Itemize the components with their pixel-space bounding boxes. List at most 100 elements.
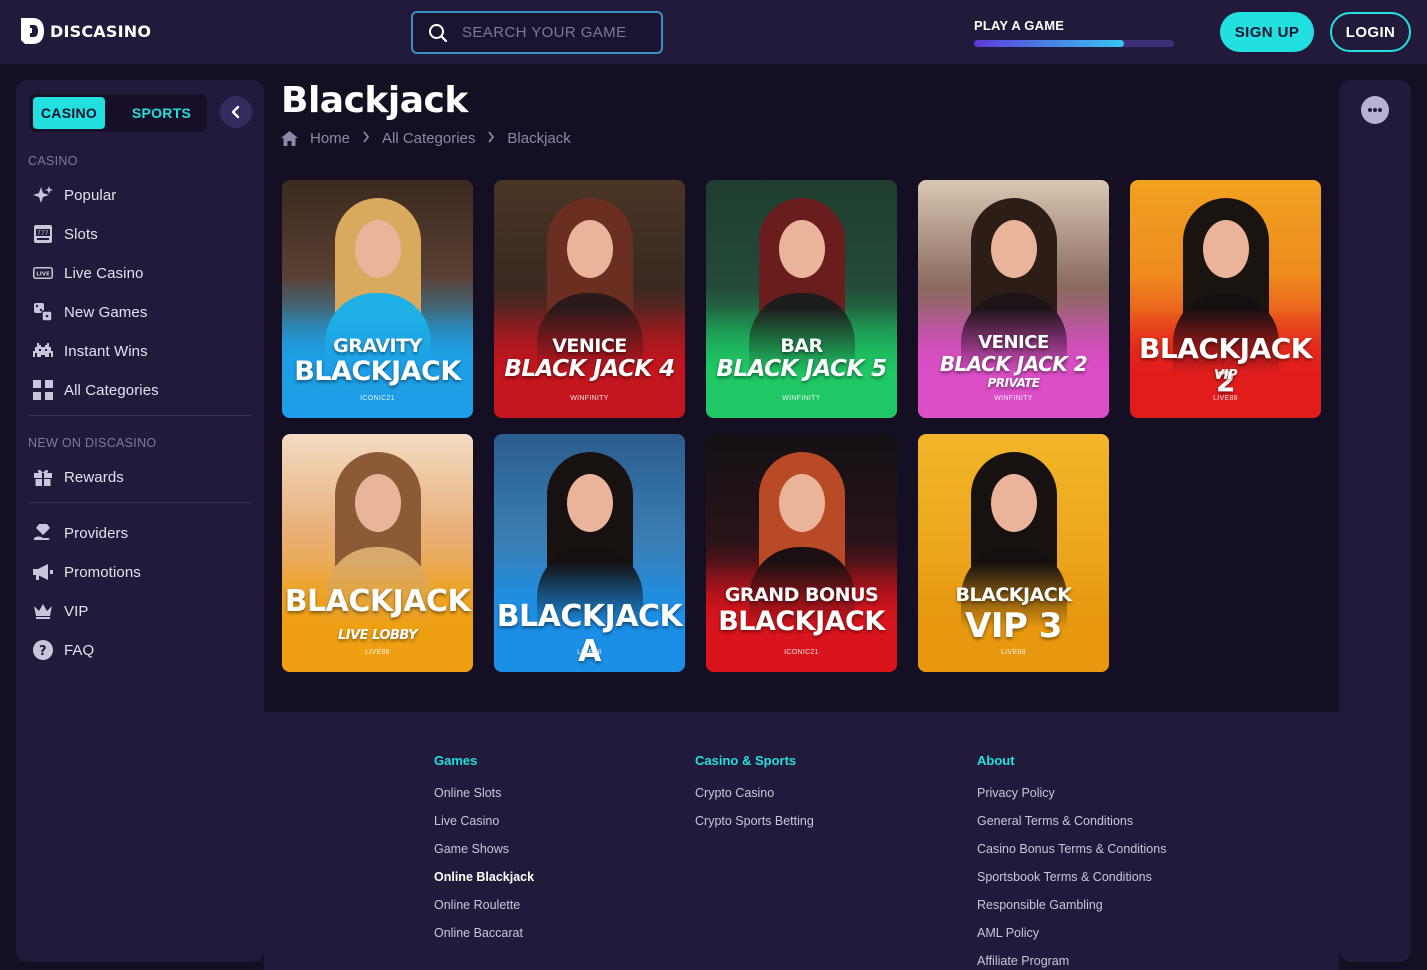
svg-text:?: ? xyxy=(39,644,47,659)
search-input[interactable] xyxy=(462,24,652,41)
game-tile[interactable]: BLACKJACK VIP 3 LIVE88 xyxy=(918,434,1109,672)
sidebar-item-label: Live Casino xyxy=(64,264,144,282)
sidebar-item-label: Popular xyxy=(64,186,117,204)
sidebar-item-vip[interactable]: VIP xyxy=(32,596,252,626)
footer-link[interactable]: Online Roulette xyxy=(434,897,534,925)
search-box[interactable] xyxy=(411,11,663,54)
game-title-line3: LIVE LOBBY xyxy=(338,628,417,643)
game-title-line1: GRAVITY xyxy=(333,335,422,357)
right-rail xyxy=(1339,80,1411,962)
dice-icon xyxy=(32,301,54,323)
footer-link[interactable]: Sportsbook Terms & Conditions xyxy=(977,869,1166,897)
game-title-line1: VENICE xyxy=(978,332,1049,353)
sidebar-item-label: New Games xyxy=(64,303,148,321)
megaphone-icon xyxy=(32,561,54,583)
sidebar-item-label: All Categories xyxy=(64,381,159,399)
diamond-hand-icon xyxy=(32,522,54,544)
chevron-right-icon xyxy=(362,131,370,146)
tab-casino[interactable]: CASINO xyxy=(33,97,105,129)
svg-text:LIVE: LIVE xyxy=(36,272,50,278)
game-provider: LIVE88 xyxy=(1213,395,1238,402)
casino-sports-toggle: CASINO SPORTS xyxy=(30,94,207,132)
game-provider: ICONIC21 xyxy=(360,395,395,402)
game-tile[interactable]: BLACKJACK A LIVE88 xyxy=(494,434,685,672)
sidebar-item-label: Instant Wins xyxy=(64,342,148,360)
footer-column-about: About Privacy Policy General Terms & Con… xyxy=(977,753,1166,970)
sidebar-item-label: Providers xyxy=(64,524,129,542)
login-button[interactable]: LOGIN xyxy=(1330,12,1411,52)
game-title-line2: BLACK JACK 4 xyxy=(504,356,675,382)
sidebar-item-new-games[interactable]: New Games xyxy=(32,297,252,327)
breadcrumb: Home All Categories Blackjack xyxy=(281,130,571,147)
sidebar-item-all-categories[interactable]: All Categories xyxy=(32,375,252,405)
game-tile[interactable]: BAR BLACK JACK 5 WINFINITY xyxy=(706,180,897,418)
footer-link[interactable]: Affiliate Program xyxy=(977,953,1166,970)
game-title-line3: VIP xyxy=(1214,368,1237,383)
play-a-game-progress: PLAY A GAME xyxy=(974,18,1174,47)
sidebar-item-live-casino[interactable]: LIVE Live Casino xyxy=(32,258,252,288)
sidebar-item-promotions[interactable]: Promotions xyxy=(32,557,252,587)
invader-icon xyxy=(32,340,54,362)
chat-icon[interactable] xyxy=(1361,96,1389,124)
sparkle-icon xyxy=(32,184,54,206)
footer-column-games: Games Online Slots Live Casino Game Show… xyxy=(434,753,534,953)
footer-link[interactable]: Crypto Sports Betting xyxy=(695,813,814,841)
game-tile[interactable]: VENICE BLACK JACK 4 WINFINITY xyxy=(494,180,685,418)
game-provider: LIVE88 xyxy=(365,649,390,656)
game-tile[interactable]: GRAND BONUS BLACKJACK ICONIC21 xyxy=(706,434,897,672)
search-icon xyxy=(429,23,448,42)
footer-link[interactable]: Privacy Policy xyxy=(977,785,1166,813)
tab-sports[interactable]: SPORTS xyxy=(124,97,199,129)
brand-name: DISCASINO xyxy=(50,21,152,41)
game-title-line1: GRAND BONUS xyxy=(724,584,879,606)
game-provider: ICONIC21 xyxy=(784,649,819,656)
game-title-line2: BLACKJACK xyxy=(718,606,885,637)
game-tile[interactable]: VENICE BLACK JACK 2 PRIVATE WINFINITY xyxy=(918,180,1109,418)
discasino-logo-icon xyxy=(21,18,44,44)
sidebar-item-label: VIP xyxy=(64,602,89,620)
game-tile[interactable]: BLACKJACK 2 VIP LIVE88 xyxy=(1130,180,1321,418)
game-title-line2: BLACK JACK 5 xyxy=(716,356,887,382)
footer-link[interactable]: Live Casino xyxy=(434,813,534,841)
progress-bar xyxy=(974,40,1174,47)
sidebar-divider xyxy=(28,415,252,416)
game-title-line2: BLACKJACK A xyxy=(496,599,683,669)
footer-link[interactable]: Crypto Casino xyxy=(695,785,814,813)
section-label-casino: CASINO xyxy=(28,154,78,168)
game-title-line1: BAR xyxy=(780,335,823,357)
footer-link[interactable]: General Terms & Conditions xyxy=(977,813,1166,841)
game-title-line2: BLACKJACK xyxy=(284,584,471,619)
sidebar-item-providers[interactable]: Providers xyxy=(32,518,252,548)
game-provider: LIVE88 xyxy=(577,649,602,656)
brand-logo[interactable]: DISCASINO xyxy=(19,16,151,46)
footer-link[interactable]: Casino Bonus Terms & Conditions xyxy=(977,841,1166,869)
game-tile[interactable]: BLACKJACK LIVE LOBBY LIVE88 xyxy=(282,434,473,672)
breadcrumb-home[interactable]: Home xyxy=(310,130,350,147)
footer-link[interactable]: AML Policy xyxy=(977,925,1166,953)
question-icon: ? xyxy=(32,639,54,661)
sidebar: CASINO SPORTS CASINO Popular 777 Slots L… xyxy=(16,80,264,962)
footer-link-active[interactable]: Online Blackjack xyxy=(434,869,534,897)
sidebar-item-rewards[interactable]: Rewards xyxy=(32,462,252,492)
chevron-right-icon xyxy=(487,131,495,146)
footer-link[interactable]: Online Slots xyxy=(434,785,534,813)
breadcrumb-all-categories[interactable]: All Categories xyxy=(382,130,475,147)
home-icon[interactable] xyxy=(281,131,298,146)
sidebar-item-slots[interactable]: 777 Slots xyxy=(32,219,252,249)
game-title-line2: BLACKJACK xyxy=(294,356,461,387)
game-title-line2: VIP 3 xyxy=(965,606,1062,646)
collapse-sidebar-button[interactable] xyxy=(220,96,252,128)
sidebar-item-instant-wins[interactable]: Instant Wins xyxy=(32,336,252,366)
sidebar-item-popular[interactable]: Popular xyxy=(32,180,252,210)
game-tile[interactable]: GRAVITY BLACKJACK ICONIC21 xyxy=(282,180,473,418)
game-title-line2: BLACK JACK 2 xyxy=(939,352,1088,376)
page-title: Blackjack xyxy=(281,80,468,121)
footer-link[interactable]: Responsible Gambling xyxy=(977,897,1166,925)
crown-icon xyxy=(32,600,54,622)
footer-link[interactable]: Game Shows xyxy=(434,841,534,869)
top-header: DISCASINO PLAY A GAME SIGN UP LOGIN xyxy=(0,0,1427,64)
sign-up-button[interactable]: SIGN UP xyxy=(1220,12,1314,52)
footer-link[interactable]: Online Baccarat xyxy=(434,925,534,953)
sidebar-item-faq[interactable]: ? FAQ xyxy=(32,635,252,665)
gift-icon xyxy=(32,466,54,488)
